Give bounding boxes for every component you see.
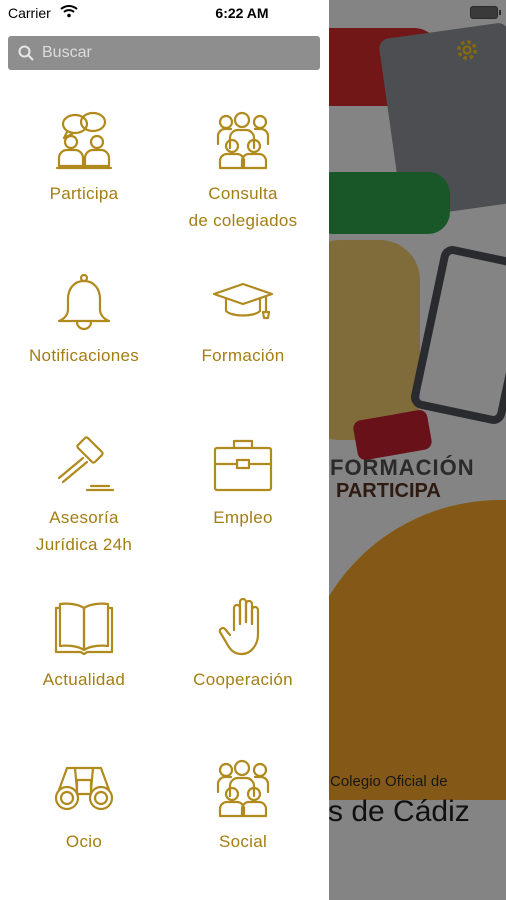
briefcase-icon — [213, 439, 273, 492]
menu-item-social[interactable]: Social — [161, 758, 325, 855]
menu-label-consulta-colegiados: Consulta de colegiados — [188, 184, 298, 230]
search-input[interactable] — [40, 43, 304, 63]
menu-item-cooperacion[interactable]: Cooperación — [161, 596, 325, 693]
menu-item-empleo[interactable]: Empleo — [161, 434, 325, 531]
menu-label-actualidad: Actualidad — [42, 670, 126, 689]
people-talking-icon — [55, 111, 113, 170]
menu-item-formacion[interactable]: Formación — [161, 272, 325, 369]
search-icon — [18, 45, 34, 61]
gavel-icon — [57, 436, 115, 492]
menu-label-ocio: Ocio — [65, 832, 103, 851]
menu-item-asesoria-juridica[interactable]: Asesoría Jurídica 24h — [2, 434, 166, 558]
menu-item-actualidad[interactable]: Actualidad — [2, 596, 166, 693]
group-icon — [216, 759, 270, 818]
bell-icon — [57, 273, 111, 331]
menu-item-notificaciones[interactable]: Notificaciones — [2, 272, 166, 369]
side-drawer: Participa Consulta de colegiados — [0, 0, 329, 900]
status-bar: Carrier 6:22 AM — [0, 0, 506, 26]
menu-label-notificaciones: Notificaciones — [28, 346, 140, 365]
open-book-icon — [54, 602, 114, 656]
hand-icon — [218, 597, 260, 656]
menu-label-formacion: Formación — [201, 346, 285, 365]
menu-item-participa[interactable]: Participa — [2, 110, 166, 207]
binoculars-icon — [54, 766, 114, 811]
menu-label-participa: Participa — [49, 184, 119, 203]
menu-item-ocio[interactable]: Ocio — [2, 758, 166, 855]
menu-label-empleo: Empleo — [213, 508, 273, 527]
graduation-cap-icon — [212, 282, 274, 320]
status-time: 6:22 AM — [215, 5, 269, 21]
menu-label-asesoria-juridica: Asesoría Jurídica 24h — [35, 508, 133, 554]
menu-label-social: Social — [218, 832, 268, 851]
battery-icon — [470, 6, 501, 19]
menu-item-consulta-colegiados[interactable]: Consulta de colegiados — [161, 110, 325, 234]
group-icon — [216, 111, 270, 170]
menu-label-cooperacion: Cooperación — [193, 670, 293, 689]
search-bar[interactable] — [8, 36, 320, 70]
